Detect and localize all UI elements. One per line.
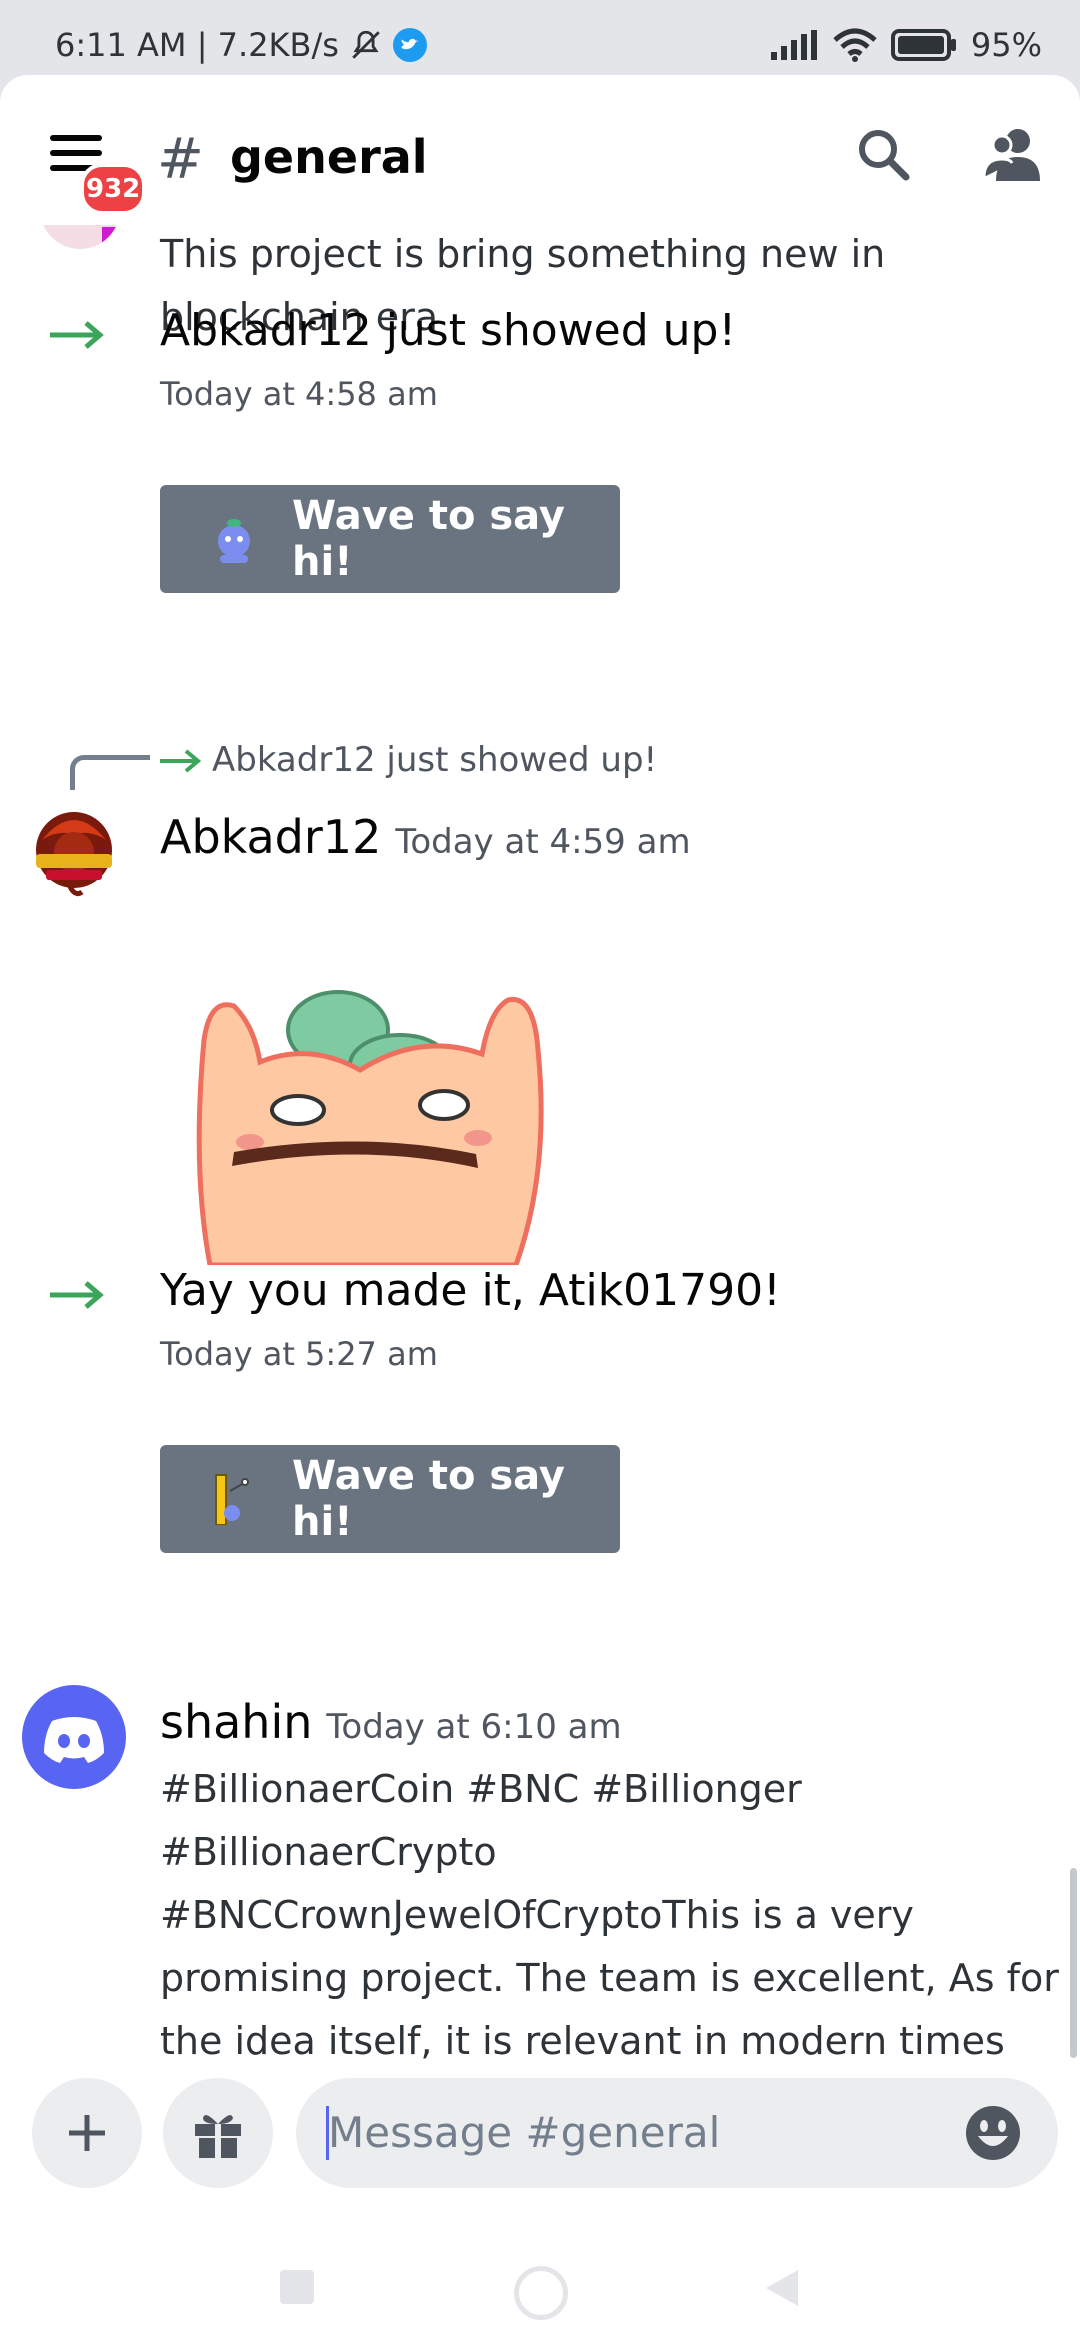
gift-button[interactable]	[163, 2078, 273, 2188]
message-line: #BillionaerCoin #BNC #Billionger	[160, 1767, 802, 1811]
reply-preview[interactable]: Abkadr12 just showed up!	[212, 740, 657, 780]
wave-button-label: Wave to say hi!	[292, 493, 565, 585]
timestamp: Today at 4:59 am	[395, 822, 691, 862]
timestamp: Today at 4:58 am	[160, 375, 438, 413]
message-header: shahin Today at 6:10 am	[160, 1695, 622, 1749]
message-input-placeholder: Message #general	[328, 2108, 721, 2157]
home-button[interactable]	[514, 2266, 568, 2320]
plus-icon	[69, 2115, 105, 2151]
message-line: #BillionaerCrypto	[160, 1830, 497, 1874]
wave-button[interactable]: Wave to say hi!	[160, 485, 620, 593]
wifi-icon	[833, 28, 877, 62]
join-arrow-icon	[160, 749, 202, 773]
avatar	[40, 225, 120, 249]
back-icon[interactable]	[762, 2268, 800, 2308]
avatar[interactable]	[22, 1685, 126, 1789]
avatar[interactable]	[22, 800, 126, 904]
message-line: the idea itself, it is relevant in moder…	[160, 2019, 1005, 2063]
timestamp: Today at 5:27 am	[160, 1335, 438, 1373]
mention-badge: 932	[80, 163, 147, 215]
status-bar: 6:11 AM | 7.2KB/s 95%	[0, 0, 1080, 80]
wave-button-label: Wave to say hi!	[292, 1453, 565, 1545]
status-right: 95%	[770, 26, 1042, 64]
app-window: 932 # general This project is bring some…	[0, 75, 1080, 2340]
status-time: 6:11 AM | 7.2KB/s	[55, 26, 339, 64]
signal-icon	[770, 30, 817, 60]
banuna-logo-icon	[36, 812, 112, 897]
sticker-image[interactable]	[190, 970, 570, 1265]
gift-icon	[195, 2115, 241, 2158]
wumpus-icon	[218, 519, 250, 563]
message-header: Abkadr12 Today at 4:59 am	[160, 810, 691, 864]
username[interactable]: shahin	[160, 1695, 312, 1749]
recents-button[interactable]	[280, 2270, 314, 2304]
join-message: Abkadr12 just showed up!	[160, 305, 737, 356]
username[interactable]: Abkadr12	[160, 810, 381, 864]
channel-title[interactable]: general	[230, 130, 428, 184]
channel-header: 932 # general	[0, 75, 1080, 225]
reply-connector	[70, 755, 150, 790]
bird-icon	[392, 28, 427, 62]
battery-icon	[890, 29, 956, 61]
message-text: #BillionaerCoin #BNC #Billionger #Billio…	[160, 1758, 1059, 2073]
message-line: promising project. The team is excellent…	[160, 1956, 1059, 2000]
discord-logo-icon	[44, 1717, 104, 1763]
search-icon[interactable]	[856, 127, 912, 183]
join-message: Yay you made it, Atik01790!	[160, 1265, 781, 1316]
status-left: 6:11 AM | 7.2KB/s	[55, 26, 427, 64]
wave-button[interactable]: Wave to say hi!	[160, 1445, 620, 1553]
message-line: This project is bring something new in	[160, 232, 886, 276]
message-line: #BNCCrownJewelOfCryptoThis is a very	[160, 1893, 914, 1937]
scrollbar[interactable]	[1070, 1868, 1077, 2058]
members-icon[interactable]	[982, 125, 1044, 183]
join-arrow-icon	[50, 1281, 104, 1309]
system-nav-bar	[0, 2230, 1080, 2340]
emoji-icon[interactable]	[964, 2104, 1022, 2162]
join-arrow-icon	[50, 321, 104, 349]
add-attachment-button[interactable]	[32, 2078, 142, 2188]
timestamp: Today at 6:10 am	[326, 1707, 622, 1747]
message-list[interactable]: This project is bring something new in b…	[0, 225, 1080, 2125]
sticker-peek-icon	[215, 1474, 249, 1525]
battery-level: 95%	[970, 26, 1042, 64]
bell-off-icon	[352, 30, 380, 59]
message-input[interactable]: Message #general	[296, 2078, 1058, 2188]
hash-icon: #	[157, 127, 204, 192]
